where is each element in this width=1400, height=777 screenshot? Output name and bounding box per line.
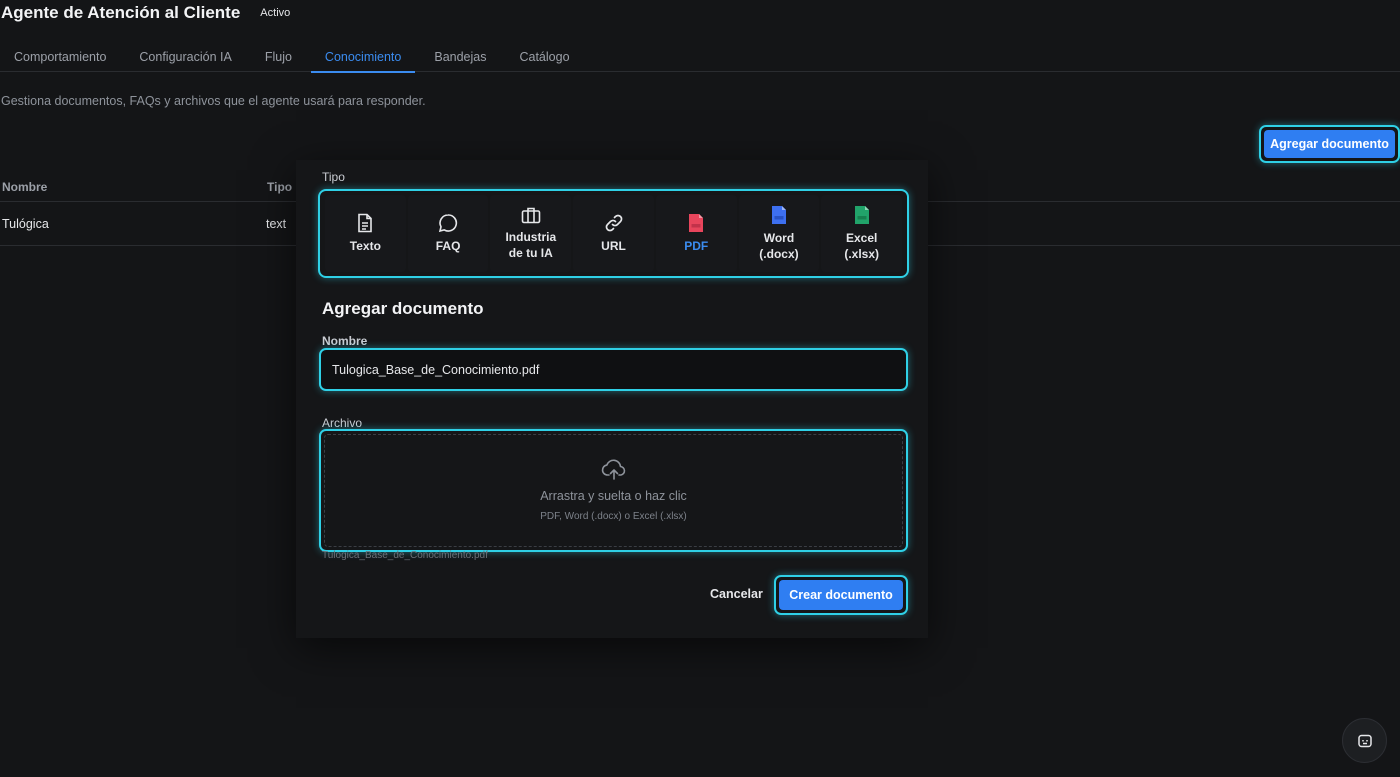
- type-option-label: Texto: [349, 239, 381, 253]
- type-label: Tipo: [322, 170, 345, 184]
- create-document-button[interactable]: Crear documento: [774, 575, 908, 615]
- type-option-faq[interactable]: FAQ: [407, 195, 489, 272]
- status-badge: Activo: [260, 7, 291, 19]
- type-option-label: URL: [601, 239, 626, 253]
- chat-widget-button[interactable]: [1342, 718, 1387, 763]
- type-option-excel[interactable]: Excel (.xlsx): [821, 195, 903, 272]
- add-document-button-label: Agregar documento: [1264, 130, 1395, 158]
- tab-bar: Comportamiento Configuración IA Flujo Co…: [0, 42, 1400, 73]
- type-option-word[interactable]: Word (.docx): [738, 195, 820, 272]
- tab-comportamiento[interactable]: Comportamiento: [0, 42, 120, 72]
- page-title: Agente de Atención al Cliente: [1, 3, 241, 22]
- column-header-type: Tipo: [267, 180, 293, 194]
- column-header-name: Nombre: [2, 180, 48, 194]
- file-text-icon: [358, 213, 373, 233]
- name-input[interactable]: Tulogica_Base_de_Conocimiento.pdf: [319, 348, 908, 391]
- pdf-file-icon: [689, 214, 704, 232]
- type-option-label: FAQ: [435, 239, 461, 253]
- bot-icon: [1357, 734, 1372, 747]
- selected-file-name: Tulogica_Base_de_Conocimiento.pdf: [322, 550, 488, 561]
- excel-file-icon: [854, 206, 869, 224]
- section-description: Gestiona documentos, FAQs y archivos que…: [1, 94, 426, 108]
- type-option-url[interactable]: URL: [573, 195, 654, 272]
- type-option-label: Word (.docx): [759, 231, 799, 261]
- cancel-button[interactable]: Cancelar: [710, 587, 763, 601]
- dropzone-instruction: Arrastra y suelta o haz clic: [540, 489, 687, 503]
- row-name: Tulógica: [2, 217, 49, 231]
- tab-flujo[interactable]: Flujo: [251, 42, 306, 72]
- file-dropzone[interactable]: Arrastra y suelta o haz clic PDF, Word (…: [319, 429, 908, 552]
- row-type: text: [266, 217, 287, 231]
- tab-conocimiento[interactable]: Conocimiento: [310, 42, 416, 73]
- word-file-icon: [771, 206, 786, 224]
- briefcase-icon: [521, 207, 541, 224]
- type-option-label: Industria de tu IA: [505, 230, 557, 260]
- add-document-button[interactable]: Agregar documento: [1259, 125, 1400, 163]
- type-option-label: Excel (.xlsx): [844, 231, 880, 261]
- tab-bandejas[interactable]: Bandejas: [420, 42, 500, 72]
- tab-configuracion-ia[interactable]: Configuración IA: [125, 42, 245, 72]
- type-option-industria[interactable]: Industria de tu IA: [490, 195, 572, 272]
- modal-title: Agregar documento: [322, 299, 484, 318]
- tab-catalogo[interactable]: Catálogo: [505, 42, 583, 72]
- dropzone-area: Arrastra y suelta o haz clic PDF, Word (…: [324, 434, 903, 547]
- link-icon: [605, 214, 622, 232]
- page-header: Agente de Atención al Cliente Activo: [0, 0, 290, 26]
- type-option-texto[interactable]: Texto: [325, 195, 406, 272]
- name-label: Nombre: [322, 334, 368, 348]
- file-label: Archivo: [322, 416, 363, 430]
- create-document-button-label: Crear documento: [779, 580, 903, 610]
- dropzone-formats: PDF, Word (.docx) o Excel (.xlsx): [540, 511, 687, 522]
- cloud-upload-icon: [601, 459, 625, 480]
- chat-bubble-icon: [438, 214, 458, 233]
- add-document-modal: Tipo Texto FAQ Industria de tu IA URL PD…: [296, 160, 928, 638]
- type-selector: Texto FAQ Industria de tu IA URL PDF Wor…: [318, 189, 909, 278]
- type-option-pdf[interactable]: PDF: [655, 195, 737, 272]
- type-option-label: PDF: [684, 239, 709, 253]
